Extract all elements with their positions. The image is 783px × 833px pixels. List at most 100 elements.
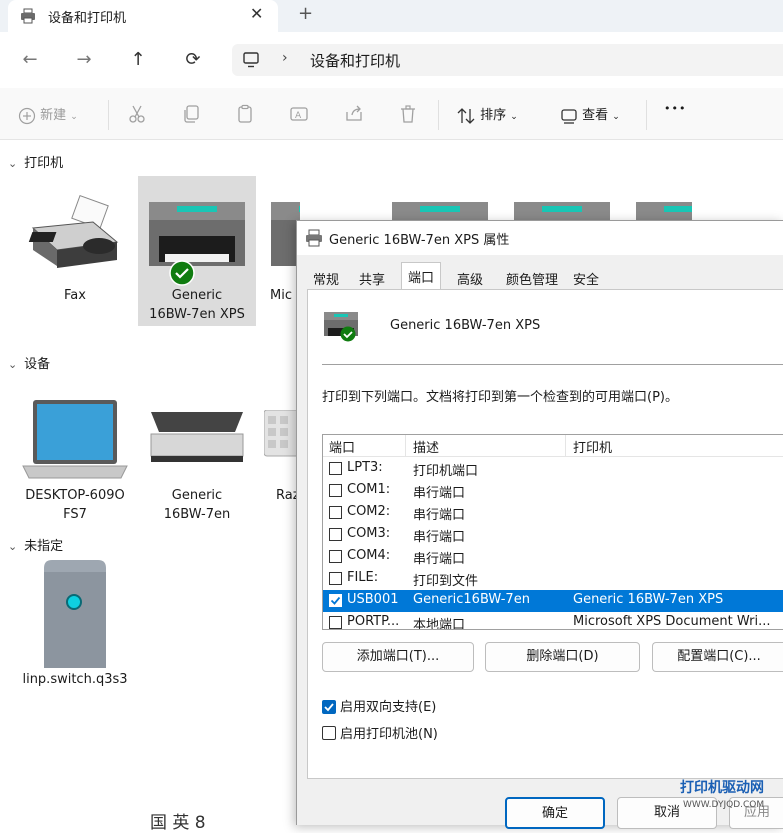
tab-sharing[interactable]: 共享 [355,265,389,289]
tab-ports[interactable]: 端口 [401,262,441,290]
column-divider [565,435,566,457]
refresh-icon[interactable]: ⟳ [181,48,205,72]
ports-list[interactable]: 端口 描述 打印机 LPT3: 打印机端口 COM1: 串行端口 COM2: 串… [322,434,783,630]
close-tab-icon[interactable]: ✕ [250,4,263,23]
device-item-generic-scanner[interactable]: Generic 16BW-7en [138,380,256,530]
port-checkbox[interactable] [329,484,342,497]
forward-icon[interactable]: → [72,48,96,72]
chevron-down-icon: ⌄ [8,358,18,371]
add-port-button[interactable]: 添加端口(T)... [322,642,474,672]
port-description: Generic16BW-7en [413,592,530,607]
section-printers[interactable]: ⌄ 打印机 [8,152,63,171]
chevron-down-icon: ⌄ [70,112,78,122]
port-row[interactable]: PORTP... 本地端口 Microsoft XPS Document Wri… [323,612,783,629]
view-button[interactable]: 查看 ⌄ [560,104,620,126]
ports-panel: Generic 16BW-7en XPS 打印到下列端口。文档将打印到第一个检查… [307,289,783,779]
tab-color-management[interactable]: 颜色管理 [501,265,563,289]
delete-port-button[interactable]: 删除端口(D) [485,642,640,672]
port-checkbox[interactable] [329,528,342,541]
clipboard-icon [238,104,252,123]
checkbox-checked-icon[interactable] [322,700,336,714]
ok-button[interactable]: 确定 [505,797,605,829]
section-devices-label: 设备 [24,357,51,372]
device-label: FS7 [63,507,87,522]
bidirectional-checkbox[interactable]: 启用双向支持(E) [322,696,436,715]
rename-button[interactable]: A [289,104,309,126]
sort-button[interactable]: 排序 ⌄ [456,104,518,126]
column-header-port[interactable]: 端口 [329,437,355,456]
printer-item-microsoft[interactable]: Mic [260,176,300,326]
delete-button[interactable] [398,104,418,126]
share-button[interactable] [344,104,364,126]
taskbar-input-indicator: 国 英 8 [150,813,206,833]
check-badge-icon [169,260,195,286]
scissors-icon [129,105,145,123]
breadcrumb-chevron-icon[interactable]: › [282,50,288,66]
column-header-description[interactable]: 描述 [413,437,439,456]
port-row[interactable]: COM3: 串行端口 [323,524,783,546]
port-row[interactable]: COM1: 串行端口 [323,480,783,502]
ports-list-header: 端口 描述 打印机 [323,435,783,457]
port-description: 打印机端口 [413,464,479,479]
tab-advanced[interactable]: 高级 [451,265,489,289]
copy-icon [184,105,199,123]
port-name: USB001 [347,592,399,607]
printer-item-generic-xps[interactable]: Generic 16BW-7en XPS [138,176,256,326]
printer-item-fax[interactable]: Fax [16,176,134,326]
port-printer: Microsoft XPS Document Wri... [573,614,771,629]
bidirectional-label: 启用双向支持(E) [340,700,437,715]
breadcrumb[interactable]: 设备和打印机 [310,50,400,71]
navigation-bar: ← → ↑ ⟳ › 设备和打印机 [0,32,783,88]
sort-button-label: 排序 [480,108,507,123]
tab-devices-printers[interactable]: 设备和打印机 ✕ [8,0,278,32]
port-name: PORTP... [347,614,400,629]
printer-label: 16BW-7en XPS [149,307,245,322]
port-checkbox[interactable] [329,462,342,475]
device-item-razer[interactable]: Raz [260,380,300,530]
port-description: 串行端口 [413,552,466,567]
port-row[interactable]: FILE: 打印到文件 [323,568,783,590]
port-row[interactable]: LPT3: 打印机端口 [323,458,783,480]
port-description: 串行端口 [413,508,466,523]
section-unspecified[interactable]: ⌄ 未指定 [8,535,63,554]
port-row[interactable]: COM4: 串行端口 [323,546,783,568]
checkbox-unchecked-icon[interactable] [322,726,336,740]
port-checkbox[interactable] [329,506,342,519]
paste-button[interactable] [235,104,255,126]
new-button[interactable]: 新建 ⌄ [18,104,78,126]
port-row[interactable]: COM2: 串行端口 [323,502,783,524]
tab-security[interactable]: 安全 [569,265,603,289]
port-row-selected[interactable]: USB001 Generic16BW-7en Generic 16BW-7en … [323,590,783,612]
copy-button[interactable] [181,104,201,126]
share-icon [346,105,362,121]
configure-port-button[interactable]: 配置端口(C)... [652,642,783,672]
tab-bar: 设备和打印机 ✕ + [0,0,783,32]
cut-button[interactable] [127,104,147,126]
port-checkbox[interactable] [329,616,342,629]
printer-pooling-checkbox[interactable]: 启用打印机池(N) [322,723,438,742]
address-bar[interactable]: › 设备和打印机 [232,44,783,76]
up-icon[interactable]: ↑ [126,48,150,72]
port-checkbox-checked[interactable] [329,594,342,607]
more-options-icon[interactable]: ••• [664,102,686,124]
divider [108,100,109,130]
printer-icon [392,202,692,220]
dialog-title-bar[interactable]: Generic 16BW-7en XPS 属性 [297,221,783,255]
ports-description: 打印到下列端口。文档将打印到第一个检查到的可用端口(P)。 [322,390,678,405]
device-item-desktop[interactable]: DESKTOP-609O FS7 [16,380,134,530]
printer-properties-dialog: Generic 16BW-7en XPS 属性 常规 共享 端口 高级 颜色管理… [296,220,783,829]
watermark-url: WWW.DYJQD.COM [683,800,765,810]
rename-icon: A [290,107,308,121]
printer-pooling-label: 启用打印机池(N) [340,727,438,742]
divider [646,100,647,130]
tab-general[interactable]: 常规 [309,265,343,289]
port-checkbox[interactable] [329,572,342,585]
column-header-printer[interactable]: 打印机 [573,437,612,456]
new-tab-icon[interactable]: + [298,3,313,24]
chevron-down-icon: ⌄ [8,540,18,553]
back-icon[interactable]: ← [18,48,42,72]
unspecified-item-switch[interactable]: linp.switch.q3s3 [16,556,134,696]
section-devices[interactable]: ⌄ 设备 [8,353,50,372]
watermark-title: 打印机驱动网 [680,780,764,796]
port-checkbox[interactable] [329,550,342,563]
